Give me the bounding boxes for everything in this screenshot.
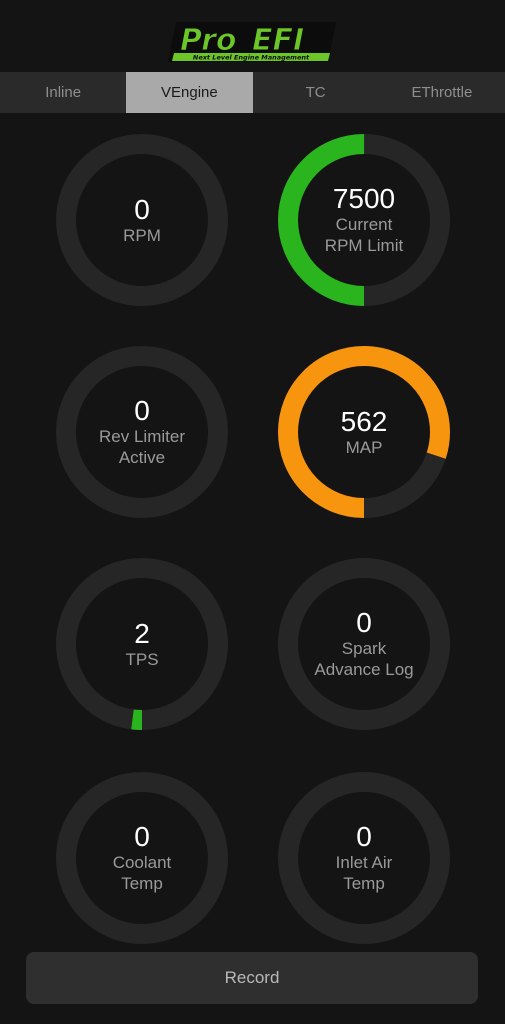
logo-tagline: Next Level Engine Management [193,54,310,62]
gauge-label: Inlet Air Temp [335,853,393,893]
tab-bar: Inline VEngine TC EThrottle [0,72,505,113]
gauge-current-rpm-limit: 7500 Current RPM Limit [278,134,450,306]
gauge-value: 7500 [332,183,396,214]
gauge-inlet-air-temp: 0 Inlet Air Temp [278,772,450,944]
proefi-logo: Pro EFI Next Level Engine Management [168,20,338,69]
tab-inline[interactable]: Inline [0,72,126,113]
gauge-label: Rev Limiter Active [99,427,185,467]
tab-ethrottle[interactable]: EThrottle [379,72,505,113]
tab-label: VEngine [161,84,218,101]
gauge-value: 0 [134,193,150,225]
gauge-map: 562 MAP [278,346,450,518]
gauge-spark-advance-log: 0 Spark Advance Log [278,558,450,730]
gauge-value: 562 [340,405,388,437]
tab-vengine[interactable]: VEngine [126,72,253,113]
gauge-rev-limiter-active: 0 Rev Limiter Active [56,346,228,518]
gauge-value: 0 [134,821,150,852]
tab-tc[interactable]: TC [253,72,379,113]
record-label: Record [224,968,280,987]
tab-label: TC [305,84,326,101]
gauge-label: Coolant Temp [112,853,172,893]
tab-label: EThrottle [411,84,473,101]
gauge-tps: 2 TPS [56,558,228,730]
gauge-value: 0 [356,607,372,638]
gauge-label: Current RPM Limit [324,215,404,255]
gauge-value: 0 [134,395,150,426]
gauge-label: RPM [123,225,161,245]
app-header: Pro EFI Next Level Engine Management [0,0,505,72]
gauge-value: 0 [356,821,372,852]
gauge-value: 2 [134,617,150,649]
gauge-label: MAP [345,437,383,457]
tab-label: Inline [45,84,82,101]
gauge-coolant-temp: 0 Coolant Temp [56,772,228,944]
gauge-label: Spark Advance Log [314,639,414,679]
gauge-rpm: 0 RPM [56,134,228,306]
record-button[interactable]: Record [26,952,478,1004]
gauge-label: TPS [125,649,159,669]
